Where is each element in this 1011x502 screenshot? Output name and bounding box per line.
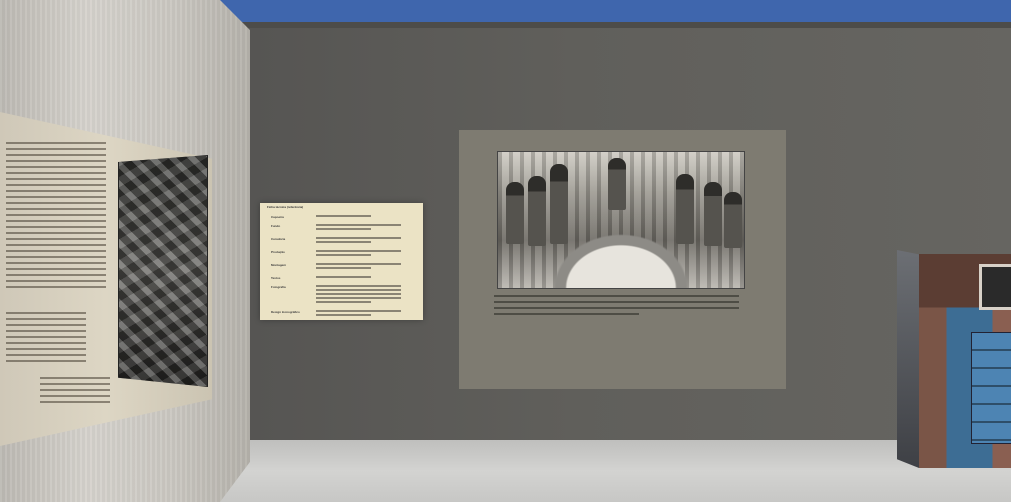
info-card-label: Produção xyxy=(271,250,285,254)
info-card-label: Design Iconográfico xyxy=(271,310,300,314)
info-card-label: Curadoria xyxy=(271,237,286,241)
panel-text-block xyxy=(6,142,106,292)
left-panel-artwork[interactable] xyxy=(118,155,208,387)
cube-face xyxy=(919,254,1011,468)
info-card[interactable]: Ficha técnica (referência) Capoeira Fundo… xyxy=(260,203,423,320)
photo-figure xyxy=(550,164,568,244)
photo-figure xyxy=(704,182,722,246)
info-card-label: Montagem xyxy=(271,263,286,267)
info-card-value xyxy=(316,215,416,219)
photo-caption xyxy=(494,295,744,319)
info-card-value xyxy=(316,250,416,258)
panel-text-block xyxy=(40,377,110,407)
panel-text-block xyxy=(6,312,86,362)
info-card-value xyxy=(316,285,416,305)
caption-line xyxy=(494,295,739,297)
photo-figure xyxy=(608,158,626,210)
info-card-value xyxy=(316,224,416,232)
historic-photo[interactable] xyxy=(497,151,745,289)
info-card-label: Fundo xyxy=(271,224,281,228)
info-card-value xyxy=(316,263,416,271)
cube-picture-frame xyxy=(979,264,1011,310)
photo-cube[interactable] xyxy=(897,250,1011,468)
info-card-value xyxy=(316,310,416,318)
center-exhibit-panel[interactable] xyxy=(459,130,786,389)
info-card-title: Ficha técnica (referência) xyxy=(267,205,304,209)
photo-figure xyxy=(676,174,694,244)
photo-figure xyxy=(528,176,546,246)
cube-side xyxy=(897,250,919,468)
photo-figure xyxy=(724,192,742,248)
info-card-value xyxy=(316,276,416,280)
caption-line xyxy=(494,301,739,303)
info-card-label: Capoeira xyxy=(271,215,284,219)
caption-line xyxy=(494,313,639,315)
photo-figure xyxy=(506,182,524,244)
info-card-label: Fotografia xyxy=(271,285,286,289)
caption-line xyxy=(494,307,739,309)
info-card-value xyxy=(316,237,416,245)
info-card-label: Textos xyxy=(271,276,281,280)
museum-scene[interactable]: Ficha técnica (referência) Capoeira Fundo… xyxy=(0,0,1011,502)
cube-drawers xyxy=(971,332,1011,444)
